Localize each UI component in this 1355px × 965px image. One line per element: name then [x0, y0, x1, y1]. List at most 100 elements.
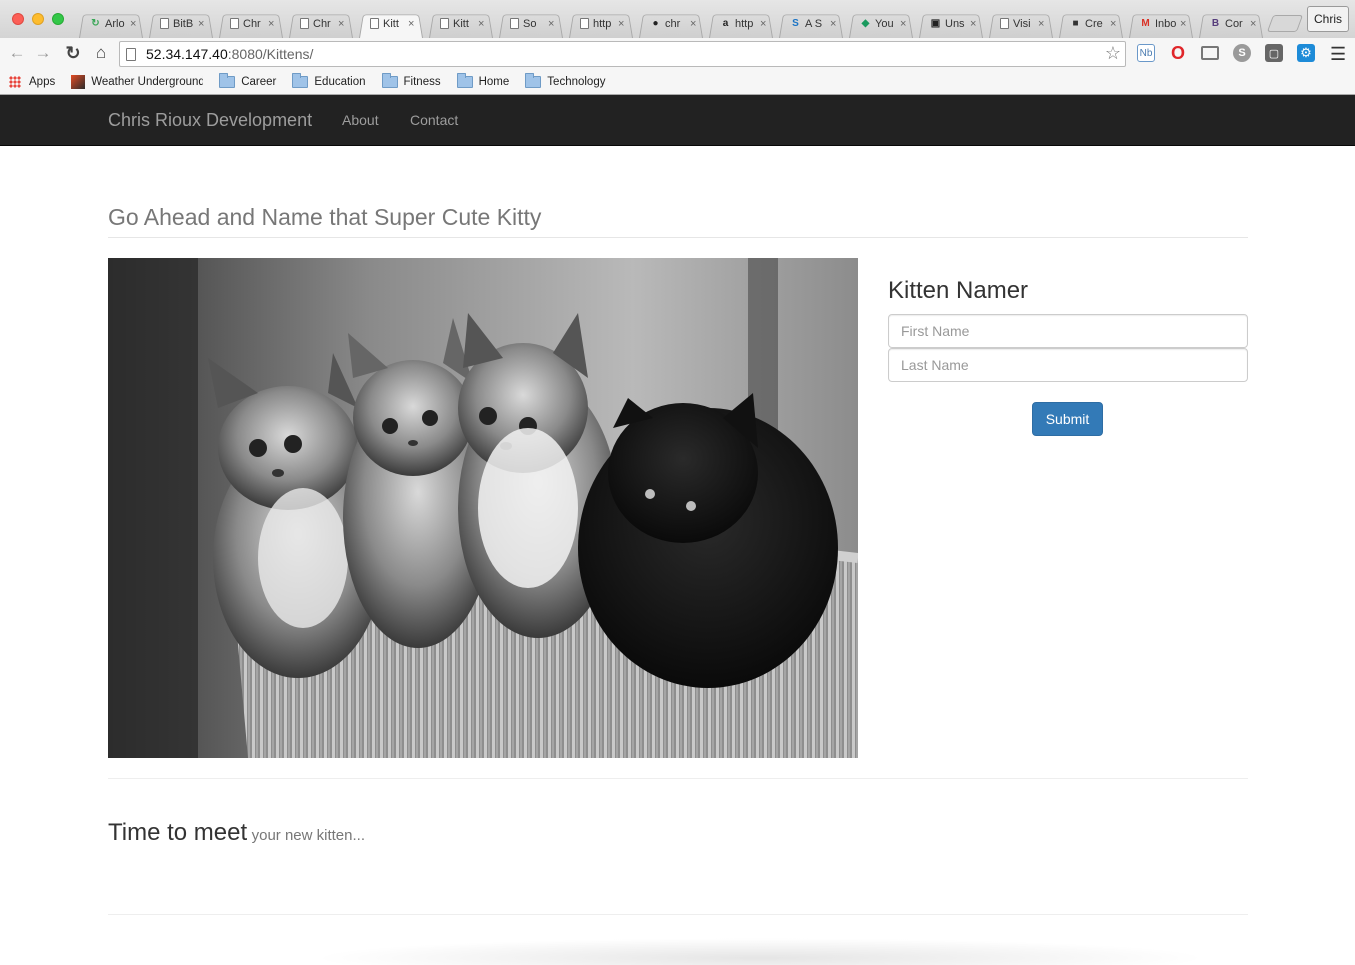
tab-close-icon[interactable]: ×	[548, 18, 554, 30]
kitten-namer-form: Kitten Namer Submit	[888, 276, 1248, 436]
document-icon	[230, 18, 239, 29]
zoom-window-button[interactable]	[52, 13, 64, 25]
tab-label: Chr	[313, 17, 331, 30]
tab-close-icon[interactable]: ×	[830, 18, 836, 30]
meet-title: Time to meet	[108, 819, 248, 846]
bookmark-star-icon[interactable]: ☆	[1105, 43, 1121, 64]
site-navbar: Chris Rioux Development About Contact	[0, 95, 1355, 146]
tab-close-icon[interactable]: ×	[970, 18, 976, 30]
divider	[108, 778, 1248, 779]
document-icon	[440, 18, 449, 29]
browser-tab[interactable]: ▣ Uns ×	[916, 9, 986, 38]
droplet-icon: ◆	[861, 18, 870, 29]
submit-button[interactable]: Submit	[1032, 402, 1103, 436]
bookmark-apps[interactable]: Apps	[9, 76, 55, 88]
tab-close-icon[interactable]: ×	[690, 18, 696, 30]
bookmark-folder-career[interactable]: Career	[219, 73, 277, 88]
gmail-icon: M	[1141, 18, 1150, 29]
nav-contact-link[interactable]: Contact	[410, 112, 458, 128]
profile-button[interactable]: Chris	[1307, 6, 1349, 32]
page-icon	[126, 47, 136, 61]
tab-close-icon[interactable]: ×	[760, 18, 766, 30]
brand-link[interactable]: Chris Rioux Development	[108, 110, 312, 131]
document-icon	[160, 18, 169, 29]
tab-close-icon[interactable]: ×	[618, 18, 624, 30]
close-window-button[interactable]	[12, 13, 24, 25]
browser-tab[interactable]: Kitt ×	[356, 9, 426, 38]
nb-extension-icon[interactable]: Nb	[1137, 44, 1155, 62]
reload-icon[interactable]: ↻	[62, 42, 84, 64]
tab-label: http	[735, 17, 754, 30]
tab-label: Kitt	[383, 17, 399, 30]
gear-extension-icon[interactable]: ⚙	[1297, 44, 1315, 62]
tab-label: Cre	[1085, 17, 1103, 30]
tab-close-icon[interactable]: ×	[478, 18, 484, 30]
tab-label: Uns	[945, 17, 965, 30]
browser-tab[interactable]: M Inbo ×	[1126, 9, 1196, 38]
page-header: Go Ahead and Name that Super Cute Kitty	[108, 203, 1248, 238]
browser-chrome: ↻ Arlo × BitB × Chr × Chr × Kitt × Kitt × So × http × ● ch…	[0, 0, 1355, 95]
tab-close-icon[interactable]: ×	[1038, 18, 1044, 30]
browser-tab[interactable]: Chr ×	[216, 9, 286, 38]
tab-label: BitB	[173, 17, 194, 30]
bookmark-folder-education[interactable]: Education	[292, 73, 366, 88]
tab-close-icon[interactable]: ×	[130, 18, 136, 30]
browser-tab[interactable]: ◆ You ×	[846, 9, 916, 38]
browser-tab[interactable]: Kitt ×	[426, 9, 496, 38]
bookmarks-bar: Apps Weather Underground Career Educatio…	[0, 70, 1355, 94]
browser-tab[interactable]: Visi ×	[986, 9, 1056, 38]
opera-extension-icon[interactable]: O	[1169, 43, 1187, 63]
tab-label: Kitt	[453, 17, 469, 30]
shield-extension-icon[interactable]: ▢	[1265, 44, 1283, 62]
back-arrow-icon[interactable]: ←	[6, 42, 28, 64]
cube-icon: ■	[1072, 18, 1079, 29]
browser-tab[interactable]: ↻ Arlo ×	[76, 9, 146, 38]
forward-arrow-icon[interactable]: →	[32, 42, 54, 64]
document-icon	[300, 18, 309, 29]
amazon-icon: a	[722, 18, 729, 29]
browser-tab[interactable]: B Cor ×	[1196, 9, 1266, 38]
home-icon[interactable]: ⌂	[90, 42, 112, 64]
tab-close-icon[interactable]: ×	[338, 18, 344, 30]
browser-tab[interactable]: BitB ×	[146, 9, 216, 38]
browser-tab[interactable]: Chr ×	[286, 9, 356, 38]
bookmark-folder-technology[interactable]: Technology	[525, 73, 605, 88]
nav-about-link[interactable]: About	[342, 112, 379, 128]
tab-close-icon[interactable]: ×	[408, 18, 414, 30]
minimize-window-button[interactable]	[32, 13, 44, 25]
browser-tab[interactable]: a http ×	[706, 9, 776, 38]
tab-close-icon[interactable]: ×	[268, 18, 274, 30]
divider	[108, 914, 1248, 915]
url-host: 52.34.147.40	[146, 46, 228, 62]
tab-close-icon[interactable]: ×	[1180, 18, 1186, 30]
tab-label: Chr	[243, 17, 261, 30]
bookmark-weather-underground[interactable]: Weather Underground	[71, 75, 203, 89]
tab-close-icon[interactable]: ×	[198, 18, 204, 30]
document-icon	[580, 18, 589, 29]
browser-tab[interactable]: http ×	[566, 9, 636, 38]
folder-icon	[381, 73, 398, 88]
browser-tab[interactable]: ● chr ×	[636, 9, 706, 38]
tab-close-icon[interactable]: ×	[1110, 18, 1116, 30]
address-bar[interactable]: 52.34.147.40:8080/Kittens/ ☆	[119, 41, 1126, 67]
camera-icon: ▣	[930, 18, 941, 29]
refresh-green-icon: ↻	[91, 18, 100, 29]
bookmark-folder-fitness[interactable]: Fitness	[381, 73, 441, 88]
browser-tab[interactable]: S A S ×	[776, 9, 846, 38]
hamburger-menu-icon[interactable]: ☰	[1330, 44, 1346, 65]
cast-icon[interactable]	[1201, 46, 1219, 60]
bookmark-label: Fitness	[403, 76, 441, 88]
tab-label: Visi	[1013, 17, 1031, 30]
browser-tab[interactable]: So ×	[496, 9, 566, 38]
last-name-input[interactable]	[888, 348, 1248, 382]
folder-icon	[525, 73, 542, 88]
browser-tab[interactable]: ■ Cre ×	[1056, 9, 1126, 38]
tab-close-icon[interactable]: ×	[900, 18, 906, 30]
bookmark-label: Career	[241, 76, 277, 88]
skype-extension-icon[interactable]: S	[1233, 44, 1251, 62]
new-tab-button[interactable]	[1266, 15, 1304, 32]
bookmark-folder-home[interactable]: Home	[456, 73, 509, 88]
first-name-input[interactable]	[888, 314, 1248, 348]
tab-close-icon[interactable]: ×	[1250, 18, 1256, 30]
bookmark-label: Education	[314, 76, 366, 88]
